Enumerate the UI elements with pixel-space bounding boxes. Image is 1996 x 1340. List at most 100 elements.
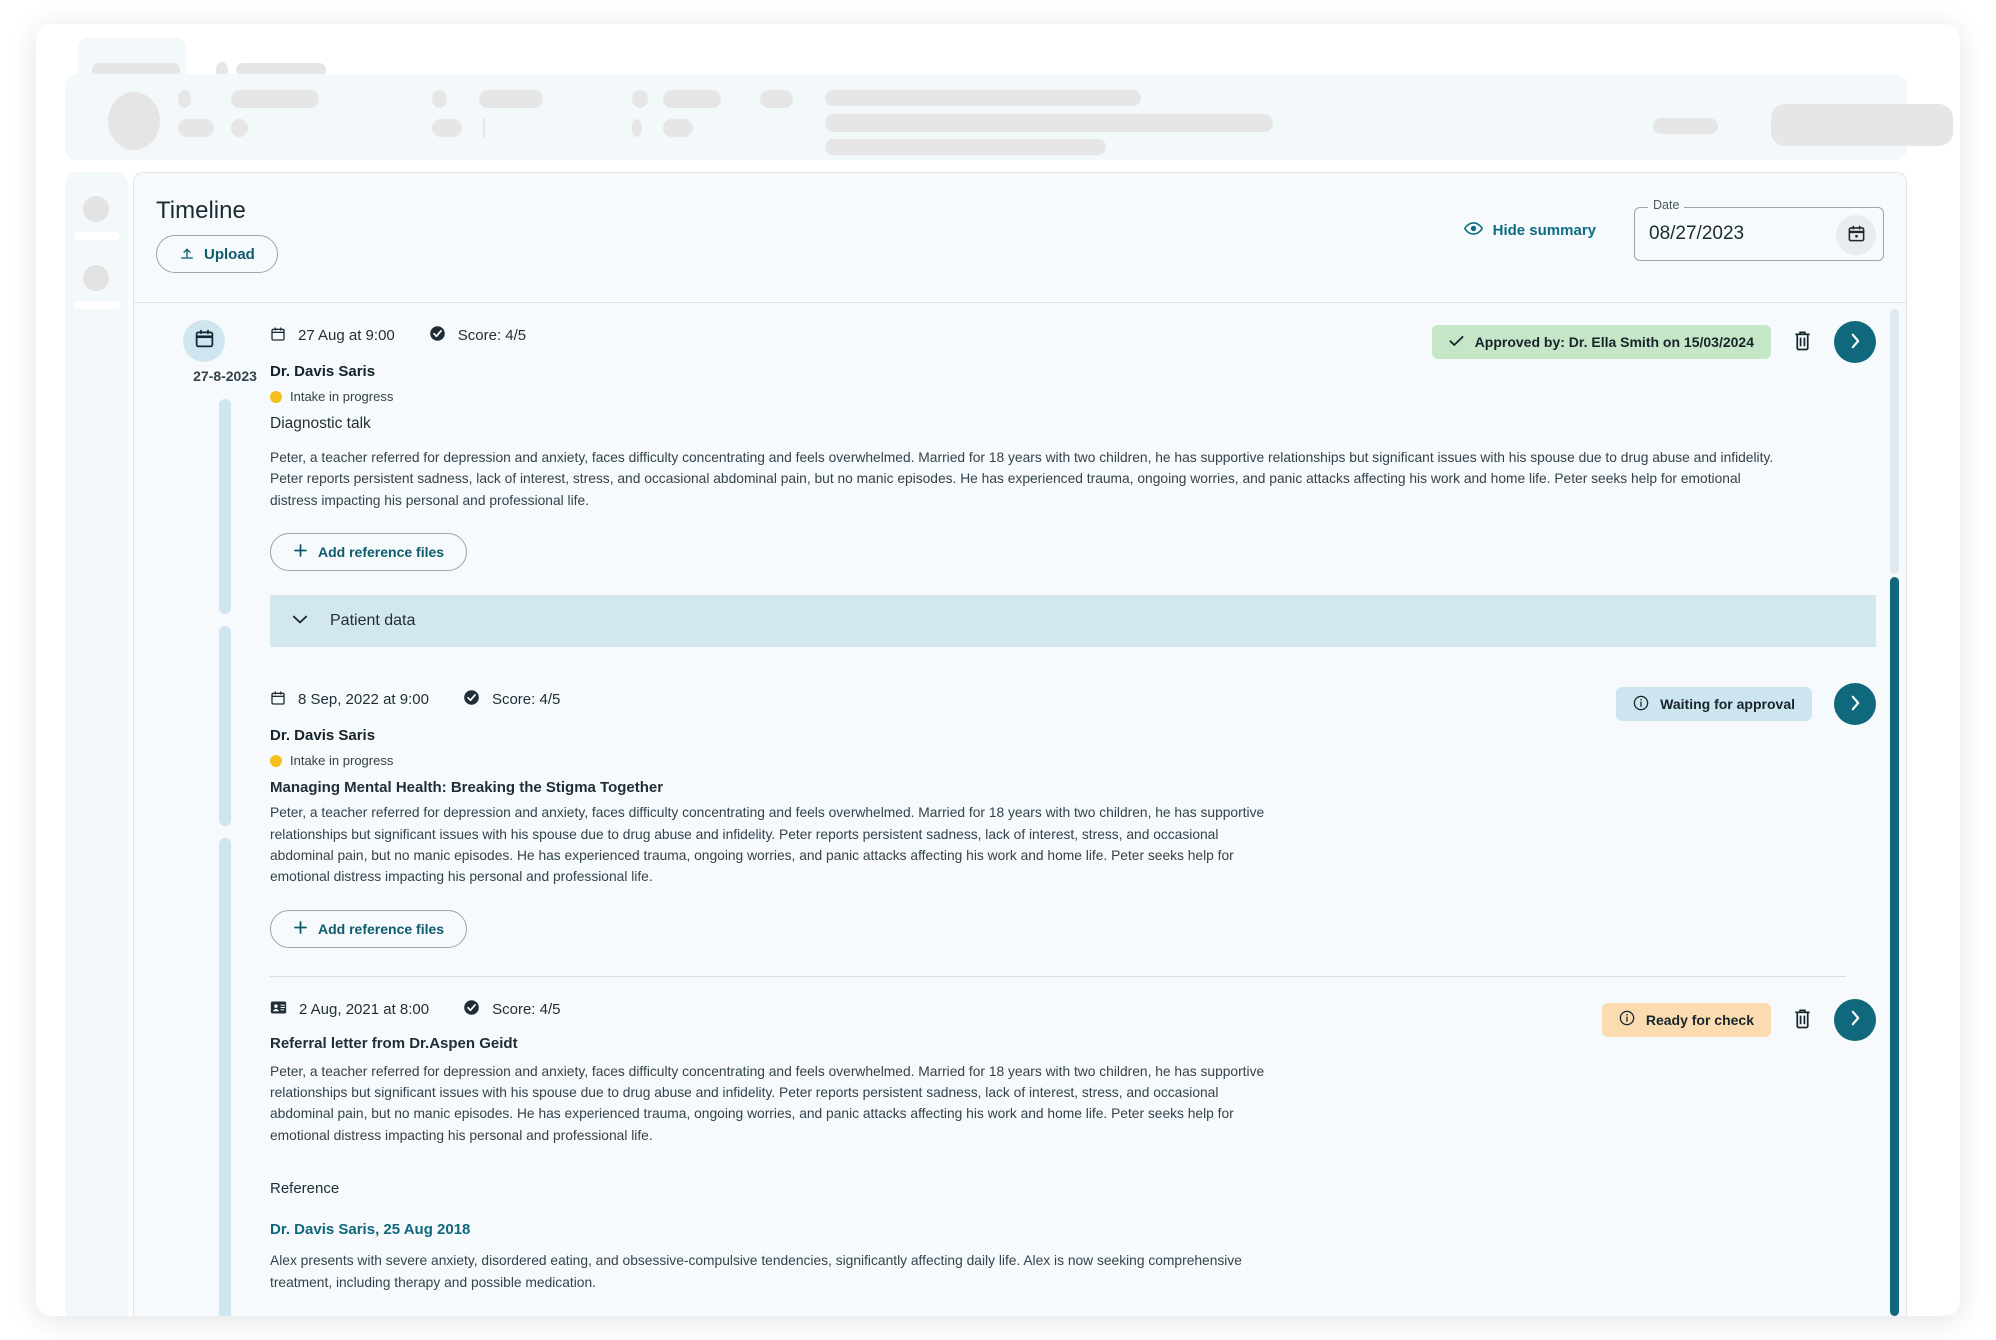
skeleton-bar — [825, 114, 1273, 132]
entry-body: Peter, a teacher referred for depression… — [270, 450, 1774, 508]
timeline-rail: 27-8-2023 — [134, 303, 270, 1316]
open-entry-button[interactable] — [1834, 683, 1876, 726]
calendar-icon — [270, 326, 286, 346]
open-entry-button[interactable] — [1834, 321, 1876, 363]
calendar-icon — [194, 328, 215, 354]
entry-score: Score: 4/5 — [491, 691, 561, 709]
patient-data-accordion[interactable]: Patient data — [270, 595, 1876, 648]
timeline-scroll-body[interactable]: 27-8-2023 Approved by: Dr. Ella Smith on… — [134, 303, 1906, 1316]
vertical-scrollbar[interactable] — [1890, 309, 1899, 1316]
add-reference-files-label: Add reference files — [318, 544, 445, 561]
skeleton-bar — [825, 139, 1106, 155]
status-badge-label: Ready for check — [1645, 1011, 1754, 1028]
entry-status-cluster: Ready for check — [1601, 998, 1876, 1041]
date-field[interactable]: Date 08/27/2023 — [1634, 198, 1884, 261]
entry-status-line: Intake in progress — [270, 389, 1876, 404]
page-title: Timeline — [156, 197, 246, 224]
entry-doctor: Dr. Davis Saris — [270, 363, 376, 380]
chevron-right-icon — [1849, 333, 1862, 352]
skeleton-dot — [632, 90, 648, 108]
upload-icon — [179, 246, 195, 262]
timeline-rail-segment — [219, 399, 231, 614]
timeline-header: Timeline Upload Hide summary Date 08/27/… — [134, 173, 1906, 303]
timeline-rail-segment — [219, 626, 231, 826]
skeleton-dot — [83, 196, 109, 222]
skeleton-bar — [74, 232, 120, 240]
entry-status-line: Intake in progress — [270, 753, 1876, 768]
entry-datetime: 8 Sep, 2022 at 9:00 — [298, 691, 429, 709]
status-badge-label: Waiting for approval — [1660, 696, 1795, 713]
scrollbar-thumb[interactable] — [1890, 577, 1899, 1316]
skeleton-bar — [1653, 118, 1718, 134]
hide-summary-label: Hide summary — [1492, 222, 1596, 239]
entry-status-label: Intake in progress — [290, 389, 394, 404]
skeleton-avatar — [108, 92, 160, 150]
sidebar-skeleton — [65, 172, 128, 1316]
skeleton-tab-strip — [36, 24, 1960, 84]
skeleton-dot — [432, 90, 447, 108]
status-dot-icon — [270, 390, 282, 403]
calendar-icon — [1847, 224, 1866, 246]
skeleton-dot — [632, 119, 642, 137]
app-window: Timeline Upload Hide summary Date 08/27/… — [36, 24, 1960, 1316]
date-field-legend: Date — [1648, 198, 1685, 212]
chevron-down-icon — [292, 612, 308, 630]
skeleton-dot — [83, 265, 109, 291]
status-badge: Approved by: Dr. Ella Smith on 15/03/202… — [1431, 325, 1771, 359]
open-entry-button[interactable] — [1834, 998, 1876, 1041]
plus-icon — [293, 543, 308, 561]
trash-icon — [1793, 330, 1812, 354]
entry-body: Peter, a teacher referred for depression… — [270, 1063, 1265, 1143]
entry-datetime: 2 Aug, 2021 at 8:00 — [299, 1000, 430, 1018]
skeleton-header — [65, 74, 1953, 160]
add-reference-files-button[interactable]: Add reference files — [270, 533, 468, 572]
reference-link[interactable]: Dr. Davis Saris, 25 Aug 2018 — [270, 1221, 1876, 1238]
entry-status-cluster: Waiting for approval — [1616, 683, 1876, 726]
chevron-right-icon — [1849, 1010, 1862, 1029]
entry-subject: Managing Mental Health: Breaking the Sti… — [270, 779, 664, 797]
skeleton-bar — [663, 119, 693, 137]
add-reference-files-label: Add reference files — [318, 920, 445, 937]
skeleton-button — [1771, 104, 1953, 146]
status-badge: Ready for check — [1601, 1002, 1771, 1037]
info-icon — [1633, 695, 1649, 714]
status-dot-icon — [270, 754, 282, 767]
skeleton-dot — [178, 90, 191, 108]
calendar-picker-button[interactable] — [1836, 215, 1876, 255]
status-badge: Waiting for approval — [1616, 687, 1812, 722]
timeline-card: Timeline Upload Hide summary Date 08/27/… — [133, 172, 1907, 1316]
timeline-entry: Approved by: Dr. Ella Smith on 15/03/202… — [270, 303, 1906, 648]
timeline-rail-segment — [219, 838, 231, 1316]
scrollbar-track[interactable] — [1890, 309, 1899, 574]
date-input-value[interactable]: 08/27/2023 — [1649, 223, 1744, 245]
entry-score: Score: 4/5 — [492, 1000, 561, 1018]
skeleton-dot — [231, 119, 248, 137]
delete-entry-button[interactable] — [1793, 330, 1812, 354]
skeleton-bar — [479, 90, 543, 108]
timeline-entry: Waiting for approval 8 Sep, 2022 at 9:00… — [270, 667, 1906, 977]
score-icon — [429, 325, 446, 346]
entry-spacer — [270, 948, 1876, 976]
add-reference-files-button[interactable]: Add reference files — [270, 909, 468, 948]
hide-summary-toggle[interactable]: Hide summary — [1463, 221, 1596, 240]
skeleton-bar — [432, 119, 462, 137]
entry-datetime: 27 Aug at 9:00 — [298, 327, 395, 344]
skeleton-bar — [760, 90, 793, 108]
skeleton-bar — [74, 301, 120, 309]
patient-data-label: Patient data — [330, 612, 416, 630]
entry-status-cluster: Approved by: Dr. Ella Smith on 15/03/202… — [1431, 321, 1876, 363]
skeleton-divider — [483, 118, 485, 138]
entry-status-label: Intake in progress — [290, 753, 394, 769]
timeline-entry: Ready for check 2 Aug, 2021 at 8:00 Scor… — [270, 977, 1906, 1293]
score-icon — [463, 689, 480, 710]
upload-button[interactable]: Upload — [156, 235, 278, 273]
check-icon — [1449, 334, 1464, 350]
entry-subject: Diagnostic talk — [270, 415, 371, 432]
trash-icon — [1793, 1008, 1812, 1032]
entry-doctor: Dr. Davis Saris — [270, 727, 376, 745]
delete-entry-button[interactable] — [1793, 1008, 1812, 1032]
status-badge-label: Approved by: Dr. Ella Smith on 15/03/202… — [1474, 334, 1754, 350]
info-icon — [1619, 1010, 1635, 1029]
entry-body: Peter, a teacher referred for depression… — [270, 805, 1265, 885]
timeline-entries: Approved by: Dr. Ella Smith on 15/03/202… — [270, 303, 1906, 1293]
